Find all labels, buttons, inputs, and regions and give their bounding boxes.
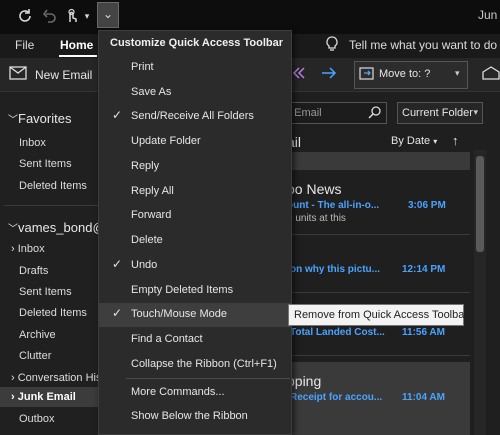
mail-subject[interactable]: ount - The all-in-o... <box>287 200 379 211</box>
mail-divider <box>262 355 470 356</box>
tab-file[interactable]: File <box>15 38 34 52</box>
search-scope-dropdown[interactable]: Current Folder ▾ <box>397 102 483 124</box>
chevron-down-icon: ﹀ <box>8 115 18 126</box>
envelope-open-icon[interactable] <box>482 66 500 83</box>
nav-item-conversation-history[interactable]: › Conversation His <box>11 372 102 384</box>
menu-item-send-receive[interactable]: ✓ Send/Receive All Folders <box>99 105 291 129</box>
mail-preview: 0 units at this <box>287 213 346 224</box>
nav-item-deleted[interactable]: Deleted Items <box>19 180 87 192</box>
mail-sender[interactable]: pping <box>287 373 321 389</box>
chevron-down-icon[interactable]: ▾ <box>82 8 92 24</box>
menu-item-reply-all[interactable]: Reply All <box>99 180 291 204</box>
reply-all-icon[interactable] <box>291 66 309 83</box>
menu-title: Customize Quick Access Toolbar <box>110 37 283 49</box>
menu-item-reply[interactable]: Reply <box>99 155 291 179</box>
mail-sender[interactable]: oo News <box>287 181 341 197</box>
mail-divider <box>262 292 470 293</box>
chevron-right-icon: › <box>11 372 15 384</box>
favorites-header[interactable]: ﹀Favorites <box>8 111 71 126</box>
menu-item-print[interactable]: Print <box>99 56 291 80</box>
date-group-header[interactable] <box>262 152 470 170</box>
move-to-chevron-icon[interactable]: ▾ <box>455 68 460 79</box>
undo-icon[interactable] <box>41 8 57 24</box>
move-folder-icon <box>359 66 375 83</box>
sync-icon[interactable] <box>17 8 33 24</box>
chevron-down-icon: ▾ <box>473 107 478 117</box>
mail-subject[interactable]: on why this pictu... <box>290 264 380 275</box>
menu-item-undo[interactable]: ✓ Undo <box>99 254 291 278</box>
chevron-right-icon: › <box>11 243 15 255</box>
mail-subject[interactable]: Total Landed Cost... <box>290 327 385 338</box>
mail-divider <box>262 234 470 235</box>
menu-item-forward[interactable]: Forward <box>99 204 291 228</box>
nav-item-account-inbox[interactable]: › Inbox <box>11 243 45 255</box>
nav-item-sent-items[interactable]: Sent Items <box>19 286 72 298</box>
menu-item-save-as[interactable]: Save As <box>99 81 291 105</box>
menu-item-update-folder[interactable]: Update Folder <box>99 130 291 154</box>
lightbulb-icon <box>325 36 339 55</box>
nav-item-inbox[interactable]: Inbox <box>19 137 46 149</box>
nav-item-drafts[interactable]: Drafts <box>19 265 48 277</box>
chevron-down-icon: ﹀ <box>8 224 18 235</box>
menu-item-show-below-ribbon[interactable]: Show Below the Ribbon <box>99 405 291 429</box>
tab-home[interactable]: Home <box>60 38 93 52</box>
mail-time: 11:56 AM <box>402 327 445 338</box>
search-icon[interactable] <box>368 106 381 122</box>
tell-me-box[interactable]: Tell me what you want to do <box>349 38 497 52</box>
nav-item-archive[interactable]: Archive <box>19 329 56 341</box>
checkmark-icon: ✓ <box>112 257 123 271</box>
search-scope-label: Current Folder <box>402 107 473 119</box>
move-to-label: Move to: ? <box>379 68 431 80</box>
nav-item-deleted-items[interactable]: Deleted Items <box>19 307 87 319</box>
menu-item-collapse-ribbon[interactable]: Collapse the Ribbon (Ctrl+F1) <box>99 353 291 377</box>
menu-item-more-commands[interactable]: More Commands... <box>99 381 291 405</box>
customize-qat-button[interactable]: ⌄ <box>97 2 119 28</box>
search-input[interactable]: t Email <box>283 102 387 124</box>
window-title: Jun <box>478 8 498 22</box>
account-header[interactable]: ﹀vames_bond@ <box>8 220 106 235</box>
mail-subject[interactable]: Receipt for accou... <box>290 392 382 403</box>
nav-item-clutter[interactable]: Clutter <box>19 350 51 362</box>
tooltip: Remove from Quick Access Toolbar <box>288 304 468 326</box>
checkmark-icon: ✓ <box>112 306 123 320</box>
new-email-button[interactable]: New Email <box>35 68 92 82</box>
chevron-down-icon: ▾ <box>433 137 438 146</box>
sort-direction-arrow-icon[interactable]: ↑ <box>452 133 459 148</box>
forward-icon[interactable] <box>320 66 338 83</box>
nav-item-junk-email[interactable]: › Junk Email <box>11 391 76 403</box>
scrollbar-thumb[interactable] <box>476 156 484 252</box>
menu-item-delete[interactable]: Delete <box>99 229 291 253</box>
nav-item-sent[interactable]: Sent Items <box>19 158 72 170</box>
checkmark-icon: ✓ <box>112 108 123 122</box>
mail-time: 11:04 AM <box>402 392 445 403</box>
mail-time: 3:06 PM <box>408 200 446 211</box>
menu-item-touch-mouse-mode[interactable]: ✓ Touch/Mouse Mode <box>99 303 291 327</box>
mail-time: 12:14 PM <box>402 264 446 275</box>
menu-item-empty-deleted[interactable]: Empty Deleted Items <box>99 279 291 303</box>
nav-divider <box>4 205 98 206</box>
touch-mode-icon[interactable] <box>64 8 80 24</box>
search-placeholder: t Email <box>288 107 322 119</box>
new-email-icon <box>9 66 27 83</box>
menu-separator <box>126 378 290 379</box>
nav-item-outbox[interactable]: Outbox <box>19 413 54 425</box>
active-tab-indicator <box>59 55 97 57</box>
chevron-right-icon: › <box>11 391 15 403</box>
menu-item-find-contact[interactable]: Find a Contact <box>99 328 291 352</box>
sort-by-date[interactable]: By Date ▾ <box>391 135 437 147</box>
